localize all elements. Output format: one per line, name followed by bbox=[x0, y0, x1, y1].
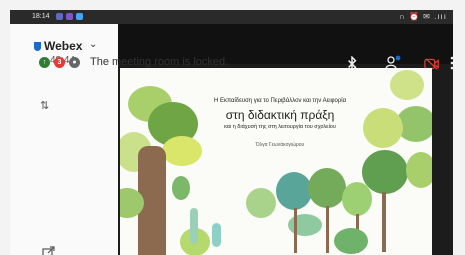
tree-trunk bbox=[294, 208, 297, 253]
banner-message: The meeting room is locked. bbox=[90, 56, 229, 68]
tree-foliage bbox=[246, 188, 276, 218]
tree-foliage bbox=[406, 152, 432, 188]
tree-foliage bbox=[276, 172, 312, 210]
shared-presentation-slide: Η Εκπαίδευση για το Περιβάλλον και την Α… bbox=[120, 68, 432, 255]
app-notification-icon bbox=[56, 13, 63, 20]
phone-screen: 18:14 ∩ ⏰ ✉ .ııı Webex ⌄ 48:44 ⇅ bbox=[10, 10, 453, 255]
app-title[interactable]: Webex bbox=[44, 39, 82, 53]
cactus bbox=[212, 223, 221, 247]
meeting-locked-banner: ↑ 3 ● The meeting room is locked. bbox=[26, 53, 306, 73]
cactus bbox=[190, 208, 198, 244]
chevron-down-icon[interactable]: ⌄ bbox=[89, 39, 97, 50]
webex-notification-icon bbox=[76, 13, 83, 20]
status-time: 18:14 bbox=[32, 13, 50, 20]
tree-foliage bbox=[390, 70, 424, 100]
network-signal-icon: ↑ bbox=[39, 57, 50, 68]
tree-trunk bbox=[326, 206, 329, 253]
app-notification-icon bbox=[66, 13, 73, 20]
tree-foliage bbox=[162, 136, 202, 166]
tree-foliage bbox=[362, 150, 408, 194]
lock-icon: ● bbox=[69, 57, 80, 68]
share-screen-icon[interactable] bbox=[42, 246, 55, 255]
slide-heading-line: Η Εκπαίδευση για το Περιβάλλον και την Α… bbox=[213, 98, 347, 104]
more-icon[interactable] bbox=[444, 55, 453, 71]
notification-badge[interactable]: 3 bbox=[54, 57, 65, 68]
tree-foliage bbox=[334, 228, 368, 254]
secure-meeting-shield-icon bbox=[34, 42, 41, 51]
tree-foliage bbox=[342, 182, 372, 216]
slide-title: στη διδακτική πράξη bbox=[225, 108, 335, 122]
tree-foliage bbox=[308, 168, 346, 208]
slide-subtitle: και η διάχυσή της στη λειτουργία του σχο… bbox=[224, 124, 336, 130]
system-status-icons: ∩ ⏰ ✉ .ııı bbox=[399, 12, 447, 21]
status-bar: 18:14 ∩ ⏰ ✉ .ııı bbox=[10, 10, 453, 24]
tree-trunk bbox=[382, 192, 386, 252]
tree-foliage bbox=[172, 176, 190, 200]
slide-author: Όλγα Γεωνάκογιώρου bbox=[255, 142, 305, 148]
layout-icon[interactable]: ⇅ bbox=[40, 99, 49, 112]
